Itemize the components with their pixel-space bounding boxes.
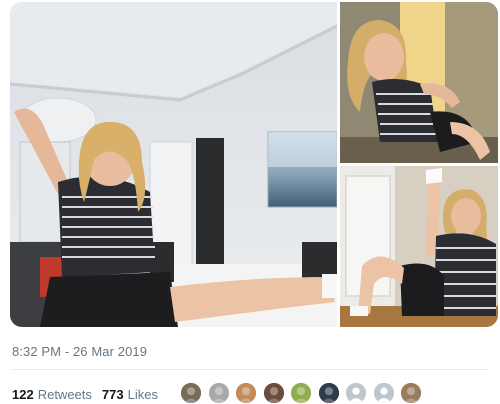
retweets-count: 122 (12, 386, 34, 402)
liker-avatar[interactable] (317, 382, 340, 404)
liker-avatars (180, 382, 428, 404)
user-avatar-icon (181, 383, 201, 403)
liker-avatar[interactable] (207, 382, 230, 404)
likes-stat[interactable]: 773 Likes (102, 387, 168, 402)
retweets-stat[interactable]: 122 Retweets (12, 387, 102, 402)
photo-main[interactable] (10, 2, 337, 327)
user-avatar-icon (318, 383, 339, 403)
user-avatar-icon (236, 383, 256, 403)
user-avatar-icon (401, 383, 421, 403)
photo-bottom-right-image (340, 166, 498, 327)
liker-avatar[interactable] (290, 382, 312, 404)
default-avatar-icon (346, 383, 366, 403)
tweet-card: 8:32 PM - 26 Mar 2019 122 Retweets 773 L… (0, 0, 500, 404)
liker-avatar[interactable] (262, 382, 285, 404)
user-avatar-icon (263, 383, 284, 403)
liker-avatar[interactable] (345, 382, 367, 404)
liker-avatar[interactable] (400, 382, 422, 404)
tweet-stats: 122 Retweets 773 Likes (12, 383, 168, 404)
likes-count: 773 (101, 386, 124, 402)
liker-avatar[interactable] (235, 382, 257, 404)
tweet-timestamp[interactable]: 8:32 PM - 26 Mar 2019 (12, 344, 147, 359)
photo-main-image (10, 2, 337, 327)
default-avatar-icon (373, 383, 394, 403)
photo-top-right[interactable] (340, 2, 498, 163)
photo-bottom-right[interactable] (340, 166, 498, 327)
divider (12, 369, 488, 370)
user-avatar-icon (291, 383, 311, 403)
user-avatar-icon (208, 383, 229, 403)
likes-label: Likes (127, 386, 158, 402)
tweet-photo-grid (10, 2, 498, 327)
liker-avatar[interactable] (180, 382, 202, 404)
retweets-label: Retweets (37, 386, 92, 402)
liker-avatar[interactable] (372, 382, 395, 404)
photo-top-right-image (340, 2, 498, 163)
